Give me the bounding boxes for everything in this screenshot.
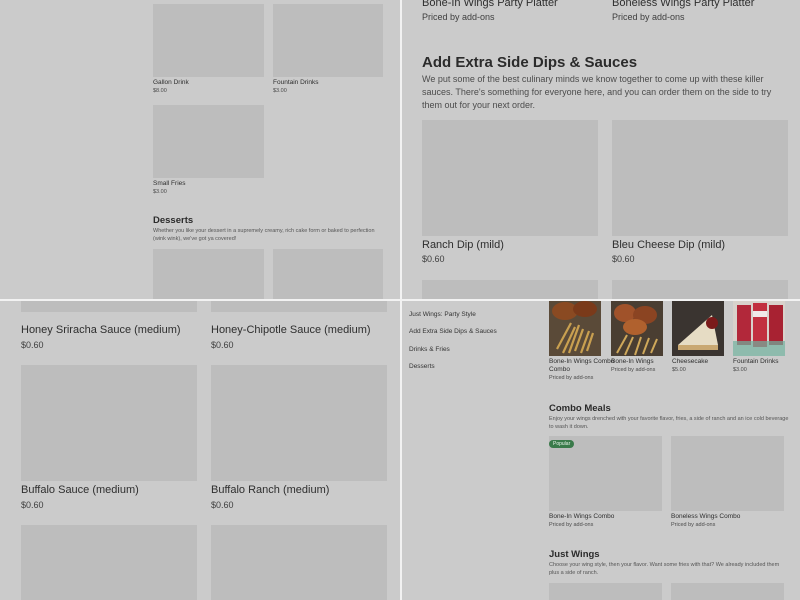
item-name[interactable]: Boneless Wings Combo [671,513,740,520]
item-name[interactable]: Fountain Drinks [733,358,779,365]
sauces-grid-panel: Honey Sriracha Sauce (medium) $0.60 Hone… [0,301,400,600]
section-title: Desserts [153,215,194,226]
item-price: $0.60 [211,500,234,510]
nav-item-sauces[interactable]: Add Extra Side Dips & Sauces [409,328,497,335]
item-image[interactable] [21,365,197,481]
cheesecake-photo [672,301,724,356]
item-price: Priced by add-ons [612,12,685,22]
item-name[interactable]: Ranch Dip (mild) [422,239,504,251]
item-name[interactable]: Bone-In Wings [611,358,654,365]
item-image[interactable] [671,436,784,511]
item-price: $0.60 [211,340,234,350]
section-title: Combo Meals [549,403,611,414]
section-description: Whether you like your dessert in a supre… [153,228,375,242]
item-price: $8.00 [153,88,167,94]
section-description: We put some of the best culinary minds w… [422,74,772,110]
item-image[interactable] [273,249,383,299]
wings-photo [611,301,663,356]
nav-item-desserts[interactable]: Desserts [409,363,435,370]
section-description: Enjoy your wings drenched with your favo… [549,416,789,430]
item-image[interactable] [422,120,598,236]
item-image[interactable] [422,280,598,299]
item-name[interactable]: Small Fries [153,180,186,187]
item-name[interactable]: Honey Sriracha Sauce (medium) [21,324,181,336]
item-name[interactable]: Fountain Drinks [273,79,319,86]
item-price: Priced by add-ons [611,367,656,373]
item-price: $0.60 [612,254,635,264]
item-name[interactable]: Bone-In Wings Combo [549,358,614,365]
item-name[interactable]: Boneless Wings Party Platter [612,0,754,9]
item-price: $3.00 [733,367,747,373]
section-title: Just Wings [549,549,600,560]
item-price: $0.60 [21,500,44,510]
section-title: Add Extra Side Dips & Sauces [422,54,638,71]
horizontal-divider [0,299,800,301]
fries-and-wings-photo[interactable] [549,301,601,356]
soda-cups-photo[interactable] [733,301,785,356]
item-name[interactable]: Buffalo Ranch (medium) [211,484,329,496]
item-image[interactable] [612,280,788,299]
item-price: $5.00 [672,367,686,373]
item-price: Priced by add-ons [549,375,594,381]
sauces-panel: Bone-In Wings Party Platter Priced by ad… [402,0,800,299]
item-image[interactable] [612,120,788,236]
item-price: Priced by add-ons [422,12,495,22]
item-image[interactable] [211,301,387,312]
item-name[interactable]: Bleu Cheese Dip (mild) [612,239,725,251]
item-price: $0.60 [422,254,445,264]
item-price: Priced by add-ons [671,522,716,528]
item-image[interactable] [21,525,197,600]
item-name[interactable]: Bone-In Wings Combo [549,513,614,520]
item-image[interactable] [153,249,264,299]
item-image[interactable] [21,301,197,312]
item-image[interactable] [671,583,784,600]
item-name[interactable]: Bone-In Wings Party Platter [422,0,558,9]
item-image[interactable] [211,365,387,481]
item-price: $0.60 [21,340,44,350]
item-price: Priced by add-ons [549,522,594,528]
item-price: $3.00 [153,189,167,195]
item-name[interactable]: Honey-Chipotle Sauce (medium) [211,324,371,336]
item-image[interactable] [153,4,264,77]
fries-and-wings-photo [549,301,601,356]
nav-item-drinks-fries[interactable]: Drinks & Fries [409,346,450,353]
item-image[interactable] [273,4,383,77]
soda-cups-photo [733,301,785,356]
item-image[interactable] [211,525,387,600]
wings-photo[interactable] [611,301,663,356]
menu-overview-panel: Just Wings: Party Style Add Extra Side D… [402,301,800,600]
item-image[interactable] [153,105,264,178]
section-description: Choose your wing style, then your flavor… [549,562,780,576]
item-price: $3.00 [273,88,287,94]
item-image[interactable] [549,583,662,600]
item-name-continued: Combo [549,366,570,373]
item-name[interactable]: Buffalo Sauce (medium) [21,484,139,496]
screenshot-grid: Gallon Drink $8.00 Fountain Drinks $3.00… [0,0,800,600]
cheesecake-photo[interactable] [672,301,724,356]
nav-item-party-style[interactable]: Just Wings: Party Style [409,311,476,318]
drinks-fries-panel: Gallon Drink $8.00 Fountain Drinks $3.00… [0,0,400,299]
item-name[interactable]: Cheesecake [672,358,708,365]
popular-badge: Popular [549,440,575,448]
item-name[interactable]: Gallon Drink [153,79,189,86]
